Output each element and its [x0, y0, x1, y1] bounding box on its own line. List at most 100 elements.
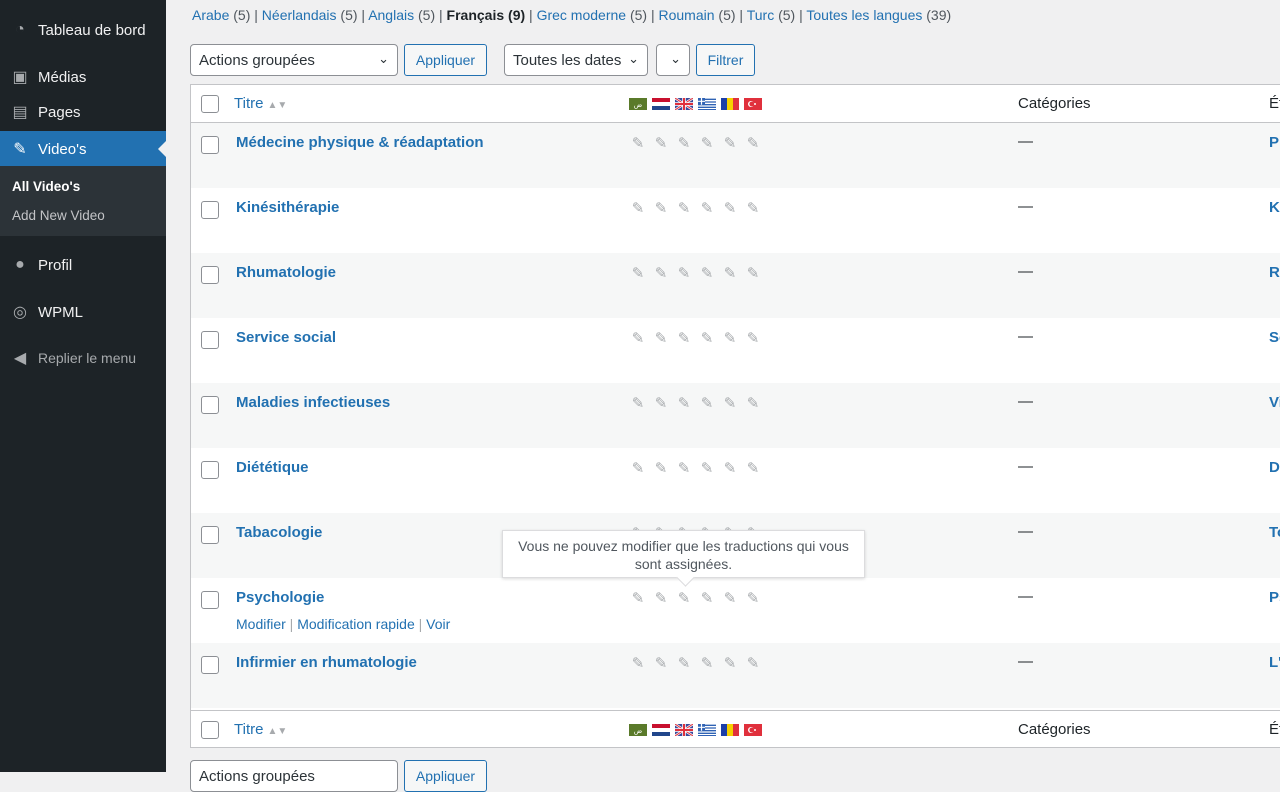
edit-translation-icon[interactable]: ✎: [744, 330, 762, 348]
edit-translation-icon[interactable]: ✎: [698, 395, 716, 413]
collapse-menu-button[interactable]: ◀ Replier le menu: [0, 340, 166, 376]
row-title-link[interactable]: Diététique: [236, 459, 309, 476]
edit-translation-icon[interactable]: ✎: [675, 135, 693, 153]
submenu-add-new-video[interactable]: Add New Video: [12, 208, 105, 223]
lang-english[interactable]: Anglais: [368, 7, 414, 23]
edit-link[interactable]: Modifier: [236, 616, 286, 632]
lang-turkish[interactable]: Turc: [747, 7, 774, 23]
row-title-link[interactable]: Psychologie: [236, 589, 324, 606]
edit-translation-icon[interactable]: ✎: [652, 330, 670, 348]
row-state[interactable]: Vi: [1269, 394, 1280, 411]
row-checkbox[interactable]: [201, 656, 219, 674]
menu-wpml[interactable]: ◎ WPML: [0, 294, 166, 330]
title-column-footer[interactable]: Titre ▲▼: [234, 721, 287, 738]
edit-translation-icon[interactable]: ✎: [675, 590, 693, 608]
row-state[interactable]: Ps: [1269, 589, 1280, 606]
edit-translation-icon[interactable]: ✎: [629, 330, 647, 348]
edit-translation-icon[interactable]: ✎: [744, 200, 762, 218]
edit-translation-icon[interactable]: ✎: [652, 265, 670, 283]
menu-profile[interactable]: ● Profil: [0, 247, 166, 283]
edit-translation-icon[interactable]: ✎: [721, 200, 739, 218]
edit-translation-icon[interactable]: ✎: [675, 655, 693, 673]
edit-translation-icon[interactable]: ✎: [698, 330, 716, 348]
lang-all[interactable]: Toutes les langues: [806, 7, 922, 23]
row-checkbox[interactable]: [201, 331, 219, 349]
edit-translation-icon[interactable]: ✎: [698, 655, 716, 673]
bulk-actions-select-bottom[interactable]: Actions groupées: [190, 760, 398, 792]
row-state[interactable]: Rl: [1269, 264, 1280, 281]
edit-translation-icon[interactable]: ✎: [698, 135, 716, 153]
bulk-actions-select[interactable]: Actions groupées ⌄: [190, 44, 398, 76]
apply-button-bottom[interactable]: Appliquer: [404, 760, 487, 792]
view-link[interactable]: Voir: [426, 616, 450, 632]
edit-translation-icon[interactable]: ✎: [652, 135, 670, 153]
edit-translation-icon[interactable]: ✎: [721, 265, 739, 283]
edit-translation-icon[interactable]: ✎: [721, 590, 739, 608]
menu-videos[interactable]: ✎ Video's: [0, 131, 166, 167]
edit-translation-icon[interactable]: ✎: [629, 200, 647, 218]
edit-translation-icon[interactable]: ✎: [698, 265, 716, 283]
row-checkbox[interactable]: [201, 266, 219, 284]
row-state[interactable]: Di: [1269, 459, 1280, 476]
edit-translation-icon[interactable]: ✎: [652, 460, 670, 478]
row-title-link[interactable]: Infirmier en rhumatologie: [236, 654, 417, 671]
edit-translation-icon[interactable]: ✎: [744, 135, 762, 153]
edit-translation-icon[interactable]: ✎: [698, 590, 716, 608]
row-state[interactable]: Ki: [1269, 199, 1280, 216]
row-checkbox[interactable]: [201, 591, 219, 609]
row-title-link[interactable]: Kinésithérapie: [236, 199, 339, 216]
edit-translation-icon[interactable]: ✎: [629, 590, 647, 608]
row-title-link[interactable]: Tabacologie: [236, 524, 322, 541]
edit-translation-icon[interactable]: ✎: [629, 265, 647, 283]
edit-translation-icon[interactable]: ✎: [675, 265, 693, 283]
row-title-link[interactable]: Rhumatologie: [236, 264, 336, 281]
row-title-link[interactable]: Médecine physique & réadaptation: [236, 134, 484, 151]
row-checkbox[interactable]: [201, 396, 219, 414]
row-checkbox[interactable]: [201, 136, 219, 154]
row-checkbox[interactable]: [201, 201, 219, 219]
edit-translation-icon[interactable]: ✎: [744, 655, 762, 673]
edit-translation-icon[interactable]: ✎: [675, 330, 693, 348]
edit-translation-icon[interactable]: ✎: [721, 135, 739, 153]
edit-translation-icon[interactable]: ✎: [629, 395, 647, 413]
row-checkbox[interactable]: [201, 526, 219, 544]
lang-arabic[interactable]: Arabe: [192, 7, 229, 23]
lang-romanian[interactable]: Roumain: [659, 7, 715, 23]
row-state[interactable]: L': [1269, 654, 1280, 671]
row-title-link[interactable]: Maladies infectieuses: [236, 394, 390, 411]
submenu-all-videos[interactable]: All Video's: [12, 179, 80, 194]
edit-translation-icon[interactable]: ✎: [721, 330, 739, 348]
edit-translation-icon[interactable]: ✎: [744, 395, 762, 413]
menu-dashboard[interactable]: ◔ Tableau de bord: [0, 12, 166, 48]
edit-translation-icon[interactable]: ✎: [652, 200, 670, 218]
title-column-header[interactable]: Titre ▲▼: [234, 95, 287, 112]
edit-translation-icon[interactable]: ✎: [629, 460, 647, 478]
edit-translation-icon[interactable]: ✎: [721, 395, 739, 413]
row-title-link[interactable]: Service social: [236, 329, 336, 346]
edit-translation-icon[interactable]: ✎: [721, 460, 739, 478]
edit-translation-icon[interactable]: ✎: [675, 460, 693, 478]
menu-media[interactable]: ▣ Médias: [0, 59, 166, 95]
select-all-checkbox[interactable]: [201, 94, 219, 113]
select-all-checkbox-footer[interactable]: [201, 720, 219, 739]
edit-translation-icon[interactable]: ✎: [698, 460, 716, 478]
edit-translation-icon[interactable]: ✎: [652, 395, 670, 413]
row-checkbox[interactable]: [201, 461, 219, 479]
edit-translation-icon[interactable]: ✎: [698, 200, 716, 218]
edit-translation-icon[interactable]: ✎: [629, 655, 647, 673]
quick-edit-link[interactable]: Modification rapide: [297, 616, 415, 632]
lang-dutch[interactable]: Néerlandais: [262, 7, 337, 23]
date-filter-select[interactable]: Toutes les dates ⌄: [504, 44, 648, 76]
apply-button[interactable]: Appliquer: [404, 44, 487, 76]
edit-translation-icon[interactable]: ✎: [744, 590, 762, 608]
category-filter-select[interactable]: ⌄: [656, 44, 690, 76]
edit-translation-icon[interactable]: ✎: [744, 265, 762, 283]
edit-translation-icon[interactable]: ✎: [652, 655, 670, 673]
edit-translation-icon[interactable]: ✎: [675, 200, 693, 218]
row-state[interactable]: To: [1269, 524, 1280, 541]
filter-button[interactable]: Filtrer: [696, 44, 755, 76]
row-state[interactable]: Pl: [1269, 134, 1280, 151]
edit-translation-icon[interactable]: ✎: [744, 460, 762, 478]
menu-pages[interactable]: ▤ Pages: [0, 94, 166, 130]
edit-translation-icon[interactable]: ✎: [721, 655, 739, 673]
